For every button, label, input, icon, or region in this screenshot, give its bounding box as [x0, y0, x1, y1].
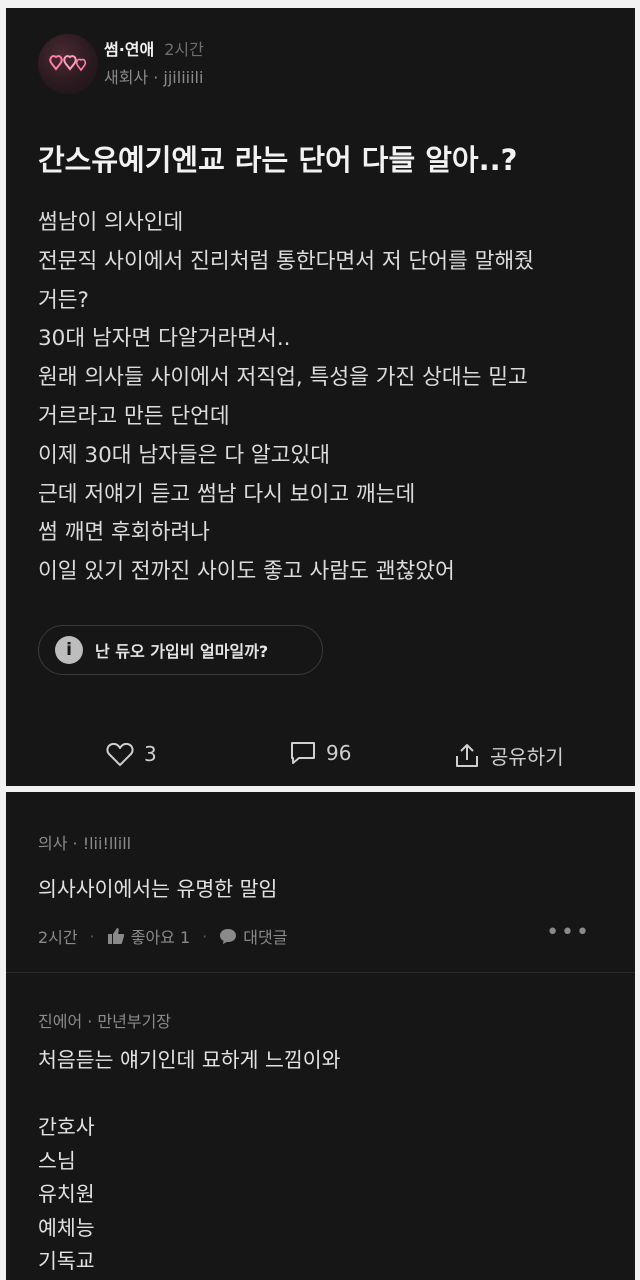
- comment-line: 스님: [38, 1148, 76, 1173]
- author-line: 새회사 · jjiliiili: [104, 68, 204, 87]
- comment-line: 기독교: [38, 1249, 95, 1273]
- body-line: 썸 깨면 후회하려나: [38, 520, 210, 546]
- body-line: 30대 남자면 다알거라면서..: [38, 326, 291, 352]
- comment-list: 의사 · !lii!llill 의사사이에서는 유명한 말임 2시간 · 좋아요…: [6, 792, 635, 1280]
- comment-line: [38, 1078, 340, 1112]
- like-count: 3: [144, 742, 157, 766]
- avatar[interactable]: [38, 34, 98, 94]
- post-time: 2시간: [164, 40, 204, 59]
- like-button[interactable]: 3: [106, 741, 157, 767]
- chip-label: 난 듀오 가입비 얼마일까?: [95, 642, 269, 661]
- info-icon: i: [55, 636, 83, 664]
- speech-bubble-icon: [291, 742, 315, 764]
- post-meta: 썸·연애 2시간: [104, 36, 204, 60]
- comment-line: 처음듣는 얘기인데 묘하게 느낌이와: [38, 1048, 341, 1072]
- post-title: 간스유예기엔교 라는 단어 다들 알아..?: [38, 143, 518, 177]
- comment-text: 의사사이에서는 유명한 말임: [38, 877, 278, 901]
- comment-line: 예체능: [38, 1215, 95, 1240]
- separator-dot: ·: [202, 926, 208, 946]
- body-line: 원래 의사들 사이에서 저직업, 특성을 가진 상대는 믿고: [38, 365, 528, 391]
- post-card: 썸·연애 2시간 새회사 · jjiliiili 간스유예기엔교 라는 단어 다들…: [6, 8, 635, 786]
- comment-button[interactable]: 96: [290, 741, 351, 765]
- comment-like-button[interactable]: 좋아요 1: [131, 924, 190, 948]
- share-icon: [456, 743, 478, 767]
- body-line: 이제 30대 남자들은 다 알고있대: [38, 442, 331, 468]
- board-name[interactable]: 썸·연애: [104, 40, 154, 59]
- comment-text: 처음듣는 얘기인데 묘하게 느낌이와 간호사 스님 유치원 예체능 기독교: [38, 1044, 340, 1279]
- body-line: 거든?: [38, 287, 89, 313]
- body-line: 이일 있기 전까진 사이도 좋고 사람도 괜찮았어: [38, 559, 455, 585]
- share-label: 공유하기: [490, 745, 564, 769]
- share-button[interactable]: 공유하기: [454, 741, 564, 770]
- reply-button[interactable]: 대댓글: [243, 924, 287, 948]
- comment-divider: [6, 972, 635, 973]
- suggestion-chip[interactable]: i 난 듀오 가입비 얼마일까?: [38, 625, 323, 675]
- heart-icon: [106, 742, 134, 766]
- comment-count: 96: [326, 741, 352, 765]
- comment-footer: 2시간 · 좋아요 1 · 대댓글: [38, 924, 287, 948]
- body-line: 거르라고 만든 단언데: [38, 403, 230, 429]
- post-body: 썸남이 의사인데 전문직 사이에서 진리처럼 통한다면서 저 단어를 말해줬 거…: [38, 204, 628, 592]
- comment-line: 간호사: [38, 1115, 95, 1139]
- separator-dot: ·: [89, 926, 95, 946]
- body-line: 전문직 사이에서 진리처럼 통한다면서 저 단어를 말해줬: [38, 248, 534, 274]
- chat-bubble-icon[interactable]: [219, 927, 237, 945]
- more-dots-icon[interactable]: •••: [546, 920, 591, 945]
- comment-time: 2시간: [38, 928, 78, 947]
- body-line: 썸남이 의사인데: [38, 210, 184, 235]
- thumbs-up-icon[interactable]: [107, 927, 125, 945]
- comment-author: 진에어 · 만년부기장: [38, 1012, 172, 1031]
- comment-author: 의사 · !lii!llill: [38, 834, 132, 853]
- neon-hearts-icon: [49, 55, 87, 72]
- comment-line: 유치원: [38, 1182, 95, 1206]
- body-line: 근데 저얘기 듣고 썸남 다시 보이고 깨는데: [38, 481, 416, 507]
